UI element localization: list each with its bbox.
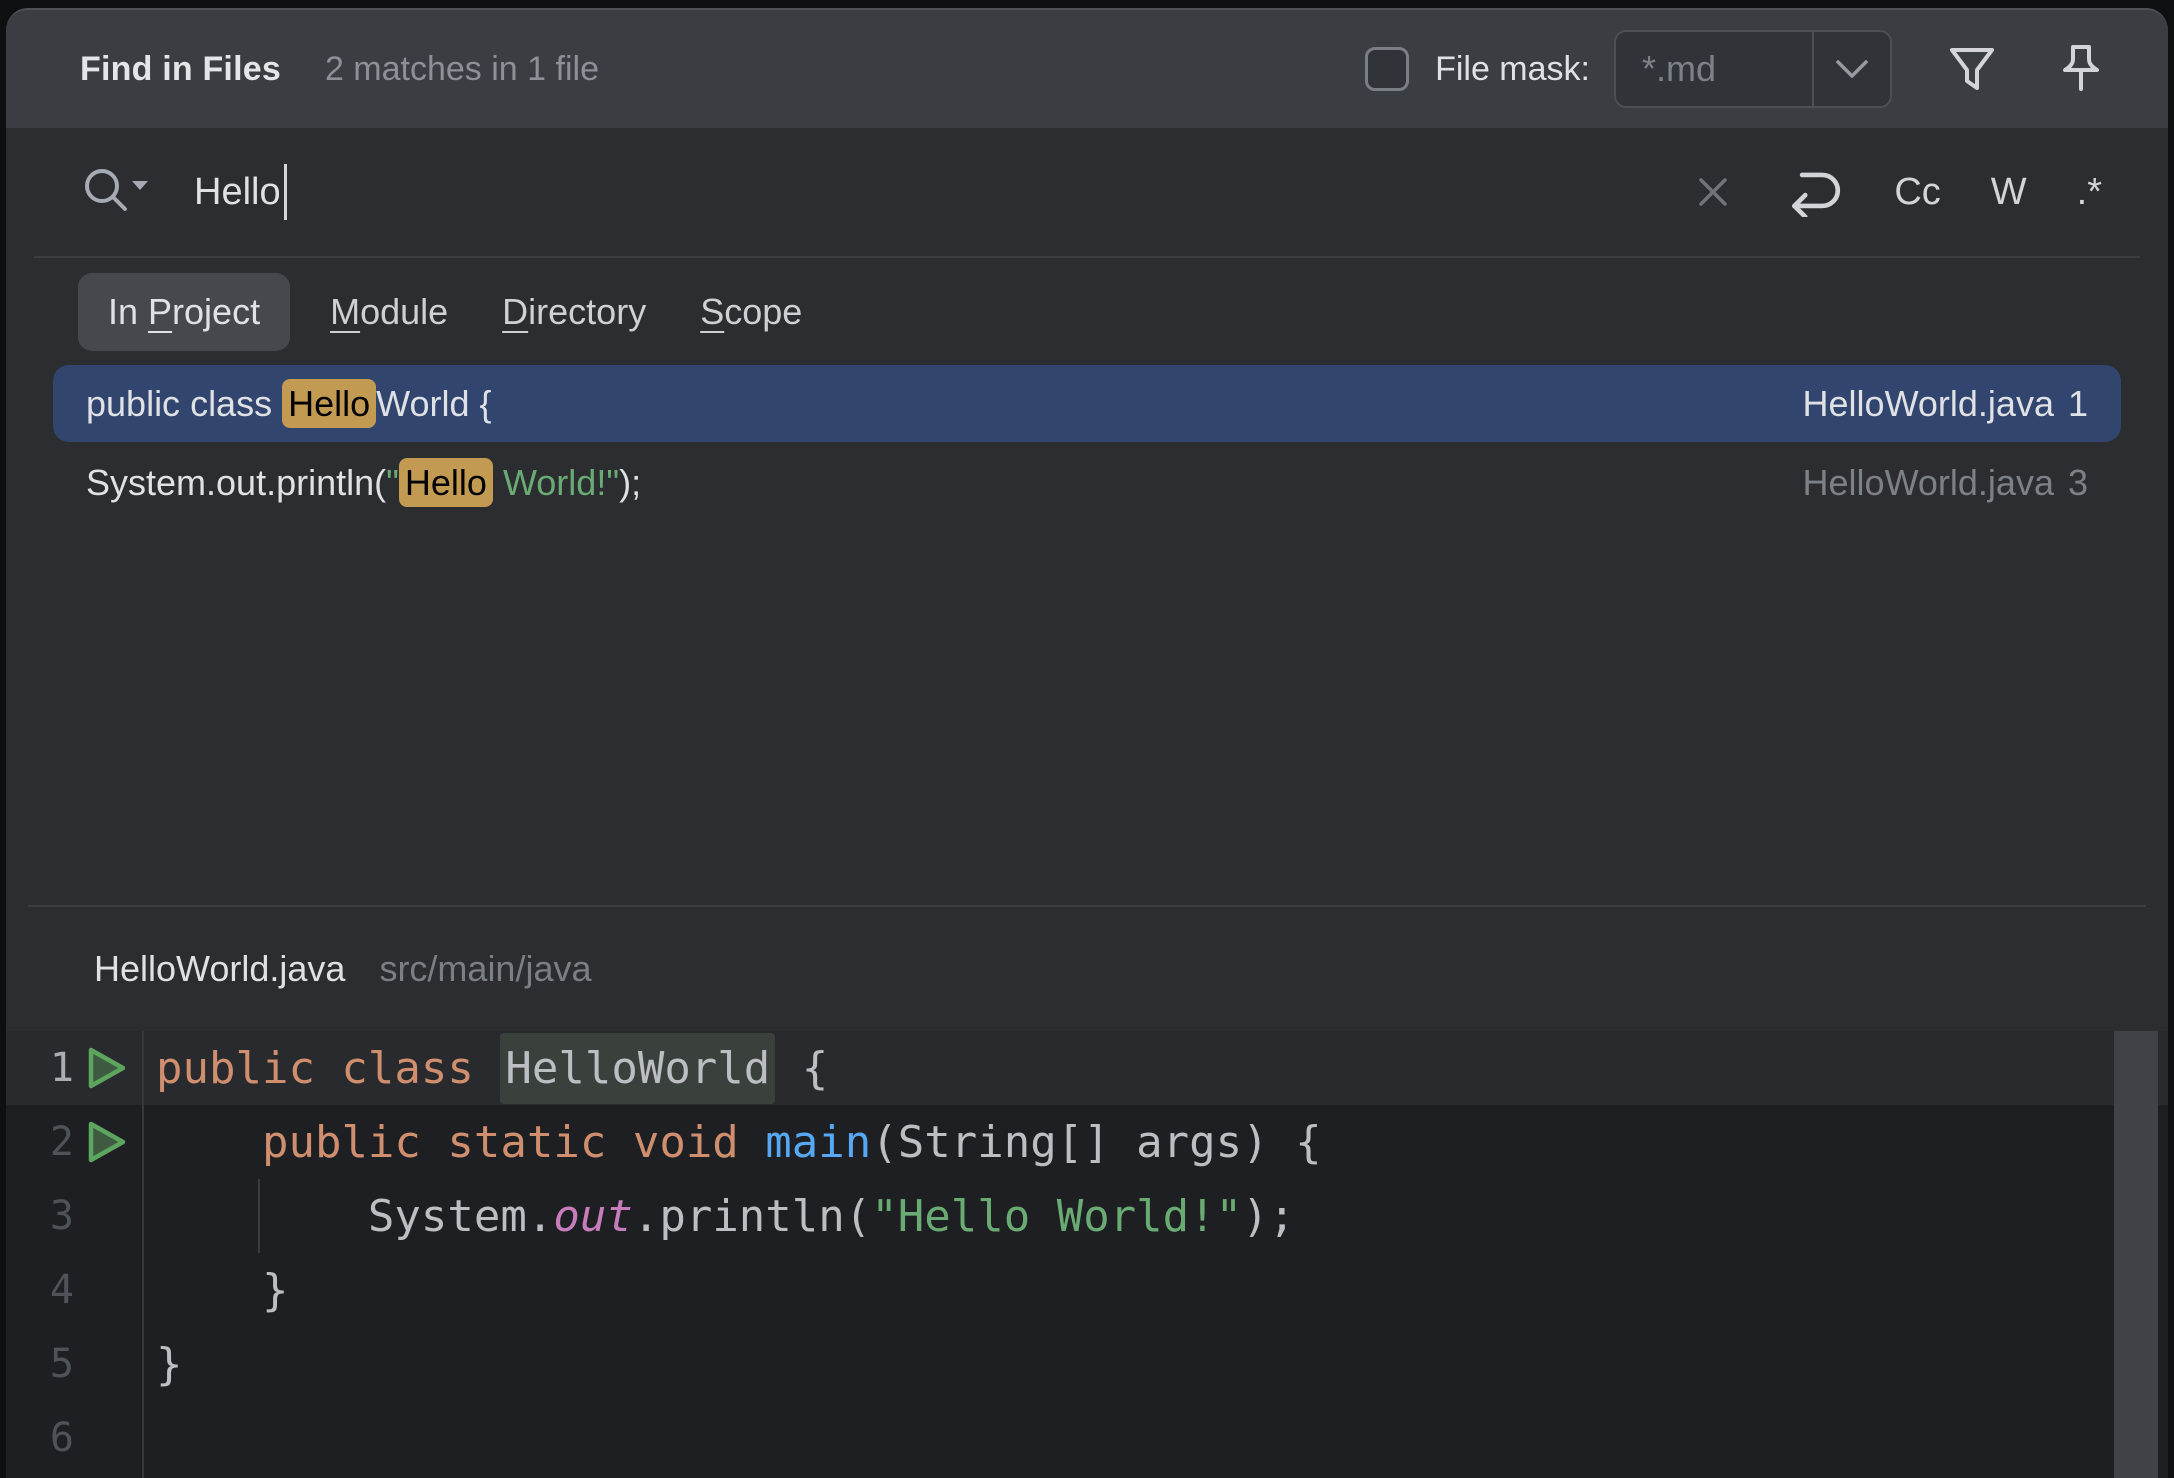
regex-toggle[interactable]: .* (2077, 171, 2102, 214)
result-text-segment: " (386, 462, 399, 503)
line-number: 2 (6, 1119, 74, 1165)
search-query-text: Hello (194, 171, 281, 214)
result-row[interactable]: public class HelloWorld {HelloWorld.java… (53, 365, 2121, 442)
line-number: 1 (6, 1045, 74, 1091)
editor-scrollbar[interactable] (2114, 1031, 2158, 1478)
code-line-1[interactable]: 1 public class HelloWorld { (6, 1031, 2168, 1105)
code-segment-plain: System. (156, 1191, 553, 1242)
scope-tab-module[interactable]: Module (330, 291, 448, 333)
match-case-toggle[interactable]: Cc (1894, 171, 1940, 214)
code-line-3[interactable]: 3 System.out.println("Hello World!"); (6, 1179, 2168, 1253)
line-number: 6 (6, 1415, 74, 1461)
line-number: 5 (6, 1341, 74, 1387)
indent-guide (258, 1179, 260, 1253)
preview-file-name: HelloWorld.java (94, 948, 345, 990)
gutter-separator (142, 1031, 144, 1478)
code-segment-plain: } (156, 1265, 288, 1316)
pin-icon[interactable] (2052, 40, 2110, 98)
line-number: 3 (6, 1193, 74, 1239)
result-file-reference: HelloWorld.java1 (1803, 383, 2088, 425)
code-segment-keyword: public class (156, 1043, 500, 1094)
file-mask-group: File mask: *.md (1365, 30, 2110, 108)
code-segment-keyword: public static void (262, 1117, 765, 1168)
match-highlight: Hello (282, 379, 376, 428)
scope-tab-in-project[interactable]: In Project (78, 273, 290, 351)
run-icon[interactable] (74, 1044, 140, 1092)
run-icon[interactable] (74, 1118, 140, 1166)
result-text-segment: World { (376, 383, 491, 424)
search-icon[interactable] (78, 160, 154, 224)
result-line-text: System.out.println("Hello World!"); (86, 462, 1803, 504)
code-segment-plain: .println( (633, 1191, 871, 1242)
dialog-title: Find in Files (80, 50, 281, 89)
filter-icon[interactable] (1944, 41, 2000, 97)
code-segment-plain (156, 1117, 262, 1168)
file-mask-label: File mask: (1435, 50, 1590, 89)
search-results-list: public class HelloWorld {HelloWorld.java… (6, 365, 2168, 905)
code-text: System.out.println("Hello World!"); (140, 1191, 1295, 1242)
chevron-down-icon[interactable] (1812, 32, 1890, 106)
new-line-icon[interactable] (1782, 167, 1844, 217)
scope-tabs: In Project Module Directory Scope (6, 258, 2168, 365)
search-field-row[interactable]: Hello Cc W .* (6, 128, 2168, 256)
match-summary: 2 matches in 1 file (325, 50, 599, 89)
file-mask-value: *.md (1616, 48, 1812, 90)
code-segment-plain: (String[] args) { (871, 1117, 1321, 1168)
code-line-2[interactable]: 2 public static void main(String[] args)… (6, 1105, 2168, 1179)
result-text-segment: ); (619, 462, 641, 503)
code-line-4[interactable]: 4 } (6, 1253, 2168, 1327)
result-file-reference: HelloWorld.java3 (1803, 462, 2088, 504)
search-options: Cc W .* (1694, 167, 2102, 217)
code-line-5[interactable]: 5} (6, 1327, 2168, 1401)
preview-file-path: src/main/java (379, 948, 591, 990)
scope-tab-directory[interactable]: Directory (502, 291, 646, 333)
scope-tab-scope[interactable]: Scope (700, 291, 802, 333)
code-segment-field: out (553, 1191, 632, 1242)
clear-icon[interactable] (1694, 173, 1732, 211)
code-segment-method: main (765, 1117, 871, 1168)
result-text-segment: World!" (493, 462, 619, 503)
code-text: public static void main(String[] args) { (140, 1117, 1322, 1168)
code-segment-plain: ); (1242, 1191, 1295, 1242)
code-segment-identifier-box: HelloWorld (500, 1033, 775, 1104)
code-segment-plain: } (156, 1339, 183, 1390)
preview-header: HelloWorld.java src/main/java (6, 907, 2168, 1031)
text-caret (284, 164, 287, 220)
match-highlight: Hello (399, 458, 493, 507)
result-text-segment: System.out.println( (86, 462, 386, 503)
file-mask-checkbox[interactable] (1365, 47, 1409, 91)
title-bar: Find in Files 2 matches in 1 file File m… (6, 10, 2168, 128)
code-segment-string: "Hello World!" (871, 1191, 1242, 1242)
file-mask-combobox[interactable]: *.md (1614, 30, 1892, 108)
result-line-text: public class HelloWorld { (86, 383, 1803, 425)
code-text: public class HelloWorld { (140, 1043, 828, 1094)
result-row[interactable]: System.out.println("Hello World!");Hello… (53, 444, 2121, 521)
code-segment-plain: { (775, 1043, 828, 1094)
code-preview-editor[interactable]: 1public class HelloWorld {2 public stati… (6, 1031, 2168, 1478)
code-text: } (140, 1339, 183, 1390)
code-line-6[interactable]: 6 (6, 1401, 2168, 1475)
line-number: 4 (6, 1267, 74, 1313)
search-input[interactable]: Hello (194, 164, 1694, 220)
code-text: } (140, 1265, 288, 1316)
find-in-files-dialog: Find in Files 2 matches in 1 file File m… (6, 8, 2168, 1478)
result-text-segment: public class (86, 383, 282, 424)
whole-words-toggle[interactable]: W (1991, 171, 2027, 214)
